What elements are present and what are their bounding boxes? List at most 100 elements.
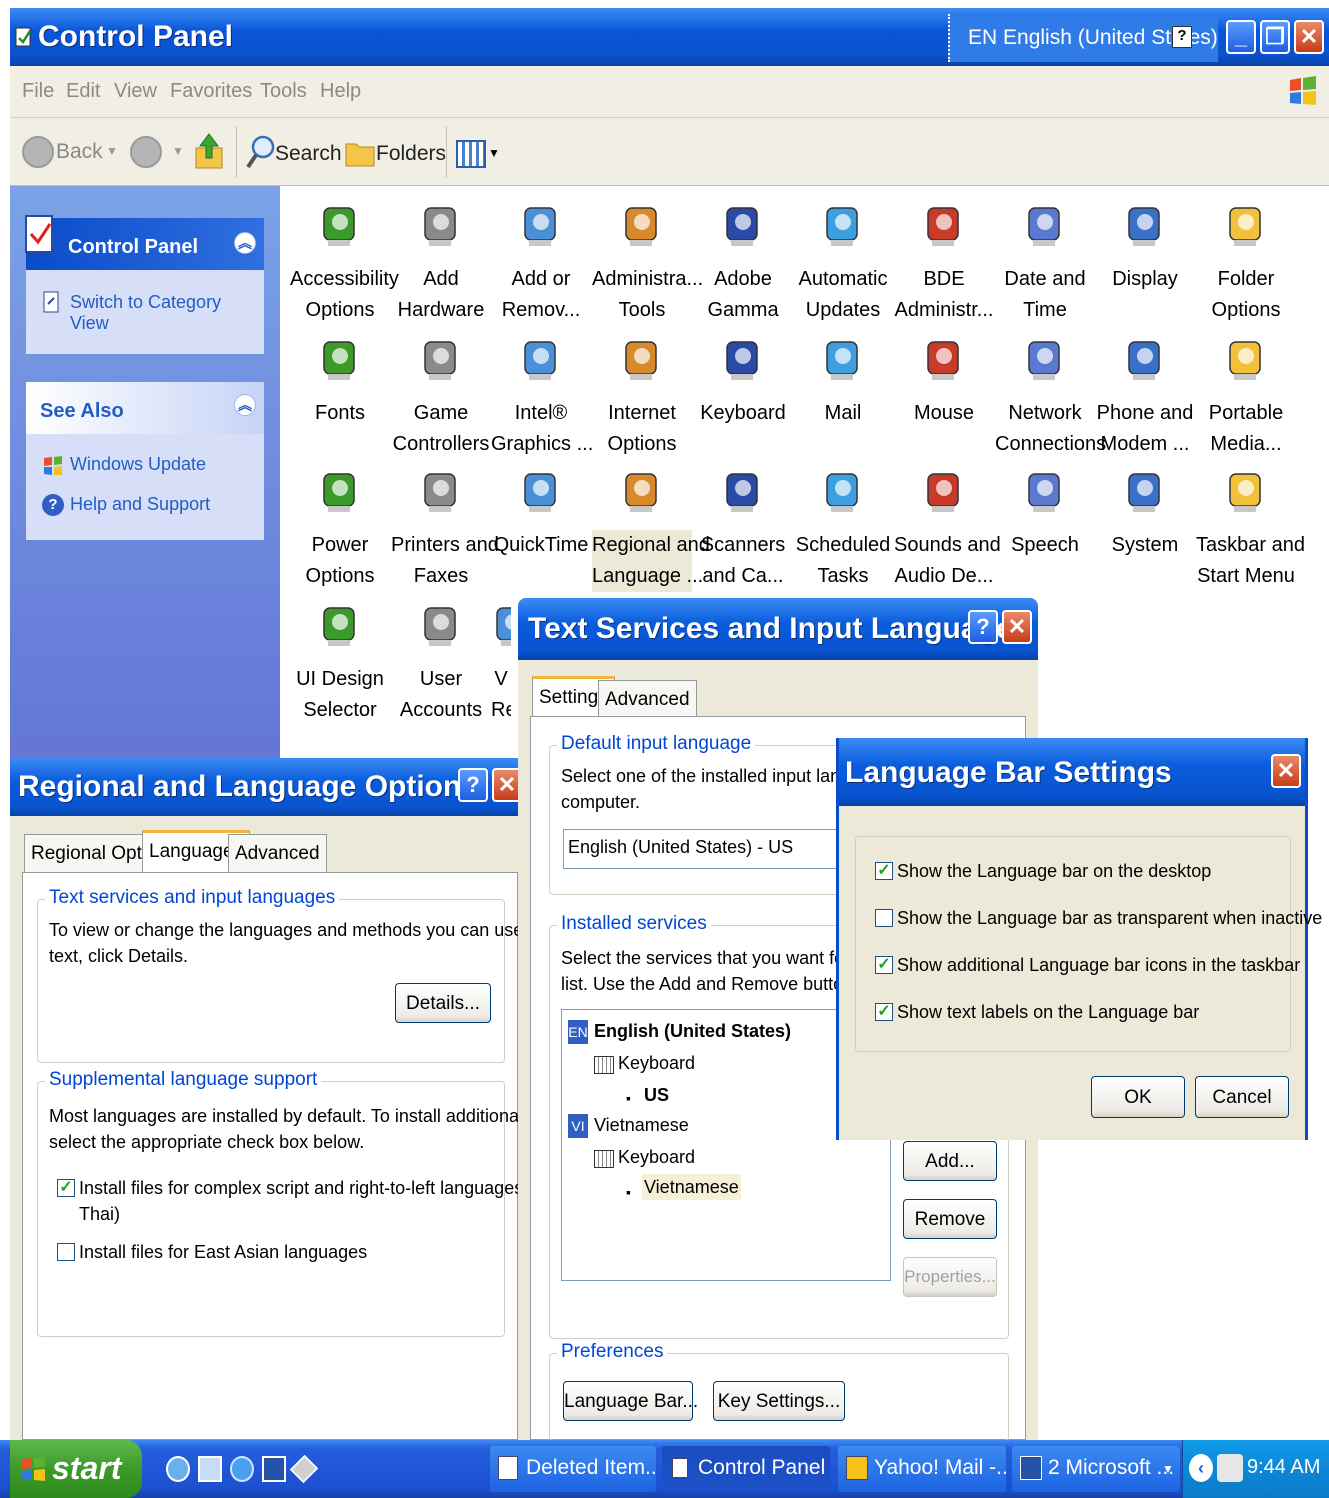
back-button[interactable]: Back [56,140,103,164]
cp-item[interactable]: Scheduled Tasks [793,466,893,592]
properties-button[interactable]: Properties... [903,1257,997,1297]
cp-item[interactable]: Scanners and Ca... [693,466,793,592]
language-bar-button[interactable]: Language Bar... [563,1381,698,1421]
cp-item[interactable]: Network Connections [995,334,1106,460]
switch-category-view-link[interactable]: Switch to Category View [70,292,264,334]
tray-expand-icon[interactable]: ‹ [1189,1454,1213,1482]
cp-item[interactable]: Mail [793,334,893,429]
complex-script-checkbox[interactable]: ✓ [57,1179,75,1197]
collapse-chevron-icon[interactable]: ︽ [234,394,256,416]
cp-item[interactable]: User Accounts [391,600,491,726]
quick-launch-icon[interactable] [198,1456,222,1482]
quick-launch-icon[interactable] [289,1454,319,1484]
tree-vietnamese-keyboard[interactable]: Keyboard [618,1144,695,1170]
close-button[interactable]: ✕ [1271,754,1301,788]
cp-item[interactable]: Fonts [290,334,390,429]
back-arrow-icon[interactable] [22,136,54,168]
language-bar-option-checkbox[interactable]: ✓ [875,1003,893,1021]
language-bar-option-checkbox[interactable]: ✓ [875,862,893,880]
search-icon[interactable] [246,134,276,170]
cp-item[interactable]: Add Hardware [391,200,491,326]
cp-item[interactable]: UI Design Selector [290,600,390,726]
cp-item[interactable]: Folder Options [1196,200,1296,326]
cp-item[interactable]: Mouse [894,334,994,429]
cp-item[interactable]: Power Options [290,466,390,592]
cp-item[interactable]: Display [1095,200,1195,295]
forward-dropdown-icon[interactable]: ▼ [172,144,184,158]
help-icon[interactable]: ? [1172,26,1192,48]
back-dropdown-icon[interactable]: ▼ [106,144,118,158]
regional-dialog-title-bar[interactable]: Regional and Language Options ? ✕ [10,758,522,816]
views-icon[interactable] [456,140,486,168]
cp-item[interactable]: Administra... Tools [592,200,703,326]
folders-button[interactable]: Folders [376,142,446,166]
cp-item[interactable]: Portable Media... [1196,334,1296,460]
start-button[interactable]: start [10,1440,142,1498]
ok-button[interactable]: OK [1091,1076,1185,1118]
cp-item[interactable]: Game Controllers [391,334,491,460]
views-dropdown-icon[interactable]: ▼ [488,146,500,160]
menu-tools[interactable]: Tools [260,80,307,103]
cp-item[interactable]: Accessibility Options [290,200,399,326]
cp-item[interactable]: Speech [995,466,1095,561]
help-button[interactable]: ? [968,610,998,644]
cp-item[interactable]: Regional and Language ... [592,466,710,592]
help-button[interactable]: ? [458,768,488,802]
cp-item[interactable]: Keyboard [693,334,793,429]
cp-item[interactable]: Phone and Modem ... [1095,334,1195,460]
cp-item[interactable]: Add or Remov... [491,200,591,326]
ie-icon[interactable] [230,1456,254,1482]
cp-item[interactable]: Date and Time [995,200,1095,326]
key-settings-button[interactable]: Key Settings... [713,1381,845,1421]
close-button[interactable]: ✕ [1294,20,1324,54]
forward-arrow-icon[interactable] [130,136,162,168]
menu-edit[interactable]: Edit [66,80,100,103]
add-button[interactable]: Add... [903,1141,997,1181]
clock[interactable]: 9:44 AM [1247,1456,1320,1479]
cp-item[interactable]: Adobe Gamma [693,200,793,326]
cancel-button[interactable]: Cancel [1195,1076,1289,1118]
tree-vietnamese[interactable]: Vietnamese [594,1112,689,1138]
default-language-select[interactable]: English (United States) - US [563,829,863,869]
cp-item[interactable]: Printers and Faxes [391,466,499,592]
cp-item[interactable]: System [1095,466,1195,561]
windows-update-link[interactable]: Windows Update [70,454,206,475]
control-panel-header[interactable]: Control Panel ︽ [25,215,264,270]
title-bar[interactable]: Control Panel EN English (United States)… [10,8,1329,66]
taskbar-control-panel[interactable]: Control Panel [662,1446,830,1492]
word-icon[interactable] [262,1456,286,1482]
language-bar-option-checkbox[interactable] [875,909,893,927]
details-button[interactable]: Details... [395,983,491,1023]
close-button[interactable]: ✕ [1002,610,1032,644]
cp-item[interactable]: QuickTime [491,466,591,561]
cp-item[interactable]: BDE Administr... [894,200,994,326]
tree-english-us[interactable]: US [644,1082,669,1108]
text-services-title-bar[interactable]: Text Services and Input Languages ? ✕ [518,598,1038,660]
menu-view[interactable]: View [114,80,157,103]
quick-launch-icon[interactable] [166,1456,190,1482]
search-button[interactable]: Search [275,142,342,166]
tree-english-keyboard[interactable]: Keyboard [618,1050,695,1076]
tab-advanced[interactable]: Advanced [228,834,327,872]
cp-item[interactable]: Taskbar and Start Menu [1196,466,1305,592]
cp-item[interactable]: Internet Options [592,334,692,460]
menu-help[interactable]: Help [320,80,361,103]
folders-icon[interactable] [344,138,376,168]
cp-item[interactable]: Intel® Graphics ... [491,334,593,460]
tab-advanced[interactable]: Advanced [598,680,697,718]
taskbar-yahoo-mail[interactable]: Yahoo! Mail -... [838,1446,1006,1492]
taskbar-deleted-items[interactable]: Deleted Item... [490,1446,656,1492]
minimize-button[interactable]: _ [1226,20,1256,54]
cp-item[interactable]: Automatic Updates [793,200,893,326]
language-bar-title-bar[interactable]: Language Bar Settings ✕ [839,738,1305,806]
help-support-link[interactable]: Help and Support [70,494,210,515]
cp-item[interactable]: V Re [491,600,511,726]
collapse-chevron-icon[interactable]: ︽ [234,232,256,254]
network-tray-icon[interactable] [1217,1454,1243,1482]
language-bar-option-checkbox[interactable]: ✓ [875,956,893,974]
cp-item[interactable]: Sounds and Audio De... [894,466,1001,592]
up-folder-icon[interactable] [194,132,224,172]
remove-button[interactable]: Remove [903,1199,997,1239]
tree-english[interactable]: English (United States) [594,1018,791,1044]
restore-button[interactable]: ❐ [1260,20,1290,54]
